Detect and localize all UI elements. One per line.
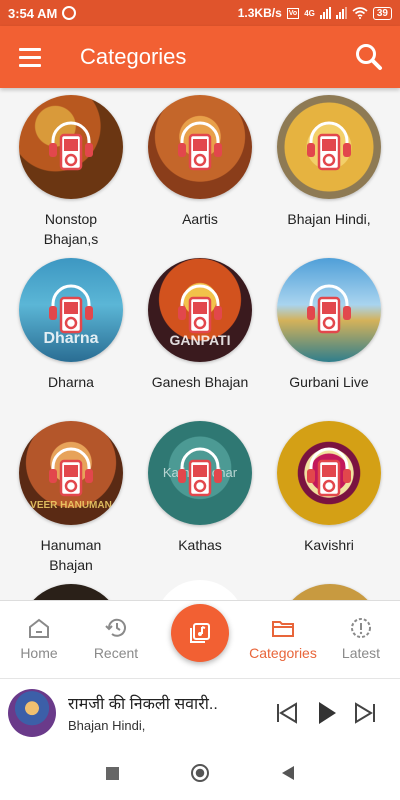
category-aartis[interactable]: Aartis: [135, 95, 265, 229]
battery-icon: 39: [372, 6, 392, 20]
network-speed: 1.3KB/s: [237, 6, 282, 20]
category-image: VEER HANUMAN: [19, 421, 123, 525]
signal-icon: [319, 7, 331, 19]
category-image-partial[interactable]: [19, 584, 123, 600]
category-image: [19, 95, 123, 199]
category-image: GANPATI: [148, 258, 252, 362]
category-art-text: VEER HANUMAN: [30, 500, 112, 511]
category-image: Katha Vichar: [148, 421, 252, 525]
app-bar: Categories: [0, 26, 400, 88]
category-kavishri[interactable]: Kavishri: [264, 421, 394, 555]
nav-recent-label: Recent: [93, 645, 139, 661]
search-button[interactable]: [338, 26, 400, 88]
category-label: Kathas: [178, 537, 222, 553]
network-type: 4G: [304, 8, 315, 18]
headphone-player-icon: [49, 284, 93, 334]
skip-previous-icon[interactable]: [274, 701, 300, 725]
headphone-player-icon: [178, 447, 222, 497]
music-library-icon: [190, 623, 210, 643]
nav-home-label: Home: [20, 645, 58, 661]
category-dharna[interactable]: Dharna Dharna: [6, 258, 136, 392]
category-kathas[interactable]: Katha Vichar Kathas: [135, 421, 265, 555]
category-image: [277, 258, 381, 362]
category-art-text: Dharna: [43, 330, 99, 347]
headphone-player-icon: [307, 284, 351, 334]
category-image: [148, 95, 252, 199]
nav-latest[interactable]: Latest: [321, 617, 400, 661]
signal-icon-2: [335, 7, 347, 19]
home-circle-icon[interactable]: [190, 764, 209, 782]
category-label: Kavishri: [304, 537, 354, 553]
category-image: [277, 95, 381, 199]
headphone-player-icon: [178, 121, 222, 171]
category-art-text: GANPATI: [169, 332, 231, 348]
status-right: 1.3KB/s Vo 4G 39: [238, 6, 392, 20]
category-label: Nonstop Bhajan,s: [43, 211, 99, 247]
category-image: Dharna: [19, 258, 123, 362]
category-gurbani-live[interactable]: Gurbani Live: [264, 258, 394, 392]
status-left: 3:54 AM: [8, 5, 77, 21]
volte-icon: Vo: [286, 7, 300, 19]
player-track-category: Bhajan Hindi,: [68, 718, 146, 733]
headphone-player-icon: [307, 121, 351, 171]
nav-home[interactable]: Home: [0, 617, 79, 661]
history-icon: [105, 618, 126, 637]
mini-player[interactable]: रामजी की निकली सवारी.. Bhajan Hindi,: [0, 678, 400, 746]
play-icon[interactable]: [314, 700, 338, 726]
player-thumbnail: [8, 688, 56, 737]
category-nonstop-bhajans[interactable]: Nonstop Bhajan,s: [6, 95, 136, 249]
status-time: 3:54 AM: [8, 5, 58, 21]
nav-recent[interactable]: Recent: [76, 617, 156, 661]
folder-icon: [272, 621, 294, 637]
category-bhajan-hindi[interactable]: Bhajan Hindi,: [264, 95, 394, 229]
category-label: Ganesh Bhajan: [151, 374, 249, 390]
back-triangle-icon[interactable]: [281, 765, 295, 781]
now-playing-fab[interactable]: [171, 604, 229, 662]
category-label: Aartis: [182, 211, 218, 227]
new-badge-icon: [351, 618, 371, 638]
category-ganesh-bhajan[interactable]: GANPATI Ganesh Bhajan: [135, 258, 265, 392]
player-text: रामजी की निकली सवारी.. Bhajan Hindi,: [68, 692, 248, 733]
whatsapp-icon: [62, 6, 77, 20]
category-label: Dharna: [48, 374, 94, 390]
player-track-title: रामजी की निकली सवारी..: [68, 696, 218, 713]
hamburger-icon: [19, 47, 41, 51]
page-title: Categories: [80, 44, 187, 69]
category-hanuman-bhajan[interactable]: VEER HANUMAN Hanuman Bhajan: [6, 421, 136, 575]
category-grid: Nonstop Bhajan,s Aartis Bhajan Hindi, Dh…: [0, 88, 400, 600]
nav-categories[interactable]: Categories: [243, 617, 323, 661]
headphone-player-icon: [49, 121, 93, 171]
player-controls: [274, 700, 378, 726]
headphone-player-icon: [307, 447, 351, 497]
nav-categories-label: Categories: [249, 645, 317, 661]
category-label: Bhajan Hindi,: [287, 211, 371, 227]
category-label: Hanuman Bhajan: [40, 537, 102, 573]
home-icon: [29, 618, 49, 638]
nav-latest-label: Latest: [341, 645, 381, 661]
wifi-icon: [352, 7, 368, 19]
skip-next-icon[interactable]: [352, 701, 378, 725]
headphone-player-icon: [49, 447, 93, 497]
category-image-partial[interactable]: [278, 584, 382, 600]
search-icon: [356, 44, 382, 70]
category-image: [277, 421, 381, 525]
headphone-player-icon: [178, 284, 222, 334]
system-navigation: [0, 746, 400, 800]
status-bar: 3:54 AM 1.3KB/s Vo 4G 39: [0, 0, 400, 26]
recents-square-icon[interactable]: [105, 766, 119, 780]
category-label: Gurbani Live: [289, 374, 369, 390]
menu-button[interactable]: [0, 26, 60, 88]
